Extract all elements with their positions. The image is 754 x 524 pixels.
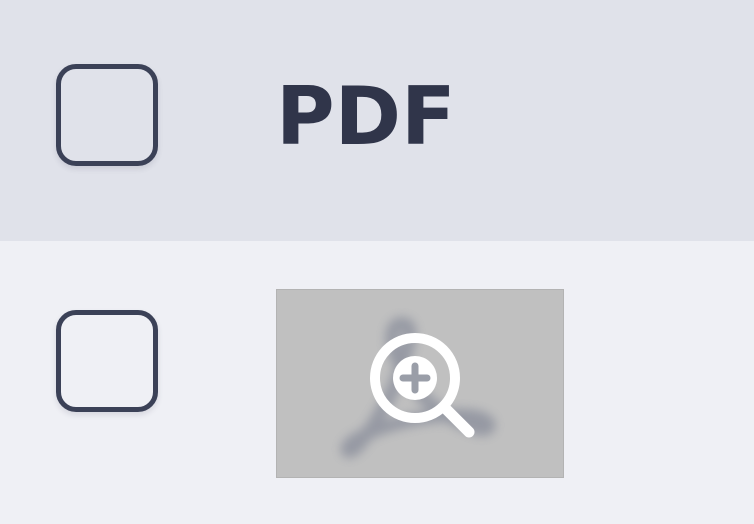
table-header-row: PDF (0, 0, 754, 241)
select-all-checkbox[interactable] (56, 64, 158, 166)
table-row (0, 241, 754, 524)
pdf-thumbnail[interactable] (276, 289, 564, 478)
zoom-in-icon (370, 333, 475, 438)
column-header-pdf: PDF (276, 70, 456, 163)
file-table: PDF (0, 0, 754, 524)
row-select-checkbox[interactable] (56, 310, 158, 412)
